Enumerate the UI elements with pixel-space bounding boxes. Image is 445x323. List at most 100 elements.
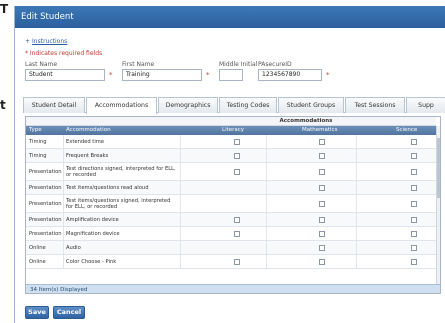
last-name-input[interactable]: Student xyxy=(25,69,105,81)
literacy-checkbox[interactable] xyxy=(234,217,240,223)
cell-type: Presentation xyxy=(29,201,62,207)
column-divider xyxy=(356,135,357,149)
column-divider xyxy=(266,241,267,255)
table-row: Online Audio xyxy=(26,241,436,255)
literacy-checkbox[interactable] xyxy=(234,153,240,159)
instructions-toggle[interactable]: + Instructions xyxy=(25,38,67,45)
column-divider xyxy=(266,135,267,149)
mathematics-checkbox[interactable] xyxy=(319,169,325,175)
tab-student-detail[interactable]: Student Detail xyxy=(23,97,85,113)
middle-initial-label: Middle Initial xyxy=(219,61,258,68)
table-row: Presentation Amplification device xyxy=(26,213,436,227)
cell-type: Presentation xyxy=(29,169,62,175)
tab-accommodations[interactable]: Accommodations xyxy=(86,97,157,114)
scrollbar-thumb[interactable] xyxy=(437,138,440,198)
tab-demographics[interactable]: Demographics xyxy=(158,97,218,113)
column-header-accommodation[interactable]: Accommodation xyxy=(66,126,111,135)
items-displayed-count: 34 Item(s) Displayed xyxy=(30,287,88,293)
mathematics-checkbox[interactable] xyxy=(319,185,325,191)
tab-supp[interactable]: Supp xyxy=(406,97,445,113)
column-divider xyxy=(180,241,181,255)
column-header-literacy[interactable]: Literacy xyxy=(222,126,244,135)
cell-accommodation: Test items/questions signed, interpreted… xyxy=(66,198,171,210)
science-checkbox[interactable] xyxy=(411,245,417,251)
column-divider xyxy=(356,181,357,195)
column-divider xyxy=(63,149,64,163)
column-divider xyxy=(356,213,357,227)
tab-test-sessions[interactable]: Test Sessions xyxy=(345,97,405,113)
table-row: Presentation Test directions signed, inte… xyxy=(26,163,436,181)
column-divider xyxy=(266,195,267,213)
grid-vertical-scrollbar[interactable] xyxy=(436,126,440,285)
cell-accommodation: Test directions signed, interpreted for … xyxy=(66,166,176,178)
science-checkbox[interactable] xyxy=(411,201,417,207)
required-marker: * xyxy=(109,71,113,79)
literacy-checkbox[interactable] xyxy=(234,231,240,237)
column-header-science[interactable]: Science xyxy=(396,126,417,135)
cell-accommodation: Amplification device xyxy=(66,217,119,223)
column-divider xyxy=(63,195,64,213)
cancel-button[interactable]: Cancel xyxy=(53,306,85,319)
last-name-label: Last Name xyxy=(25,61,58,68)
grid-group-header: Accommodations xyxy=(26,117,436,126)
column-divider xyxy=(180,149,181,163)
background-text-fragment: T xyxy=(0,2,9,16)
column-divider xyxy=(266,163,267,181)
column-divider xyxy=(180,255,181,269)
science-checkbox[interactable] xyxy=(411,139,417,145)
cell-type: Online xyxy=(29,259,46,265)
science-checkbox[interactable] xyxy=(411,185,417,191)
mathematics-checkbox[interactable] xyxy=(319,259,325,265)
science-checkbox[interactable] xyxy=(411,231,417,237)
cell-accommodation: Magnification device xyxy=(66,231,120,237)
instructions-link[interactable]: Instructions xyxy=(32,38,67,45)
column-divider xyxy=(356,149,357,163)
mathematics-checkbox[interactable] xyxy=(319,245,325,251)
save-button[interactable]: Save xyxy=(25,306,49,319)
science-checkbox[interactable] xyxy=(411,153,417,159)
literacy-checkbox[interactable] xyxy=(234,259,240,265)
cell-type: Timing xyxy=(29,139,47,145)
mathematics-checkbox[interactable] xyxy=(319,139,325,145)
grid-footer: 34 Item(s) Displayed xyxy=(26,284,440,293)
column-divider xyxy=(180,195,181,213)
column-divider xyxy=(180,163,181,181)
first-name-label: First Name xyxy=(122,61,155,68)
table-row: Timing Frequent Breaks xyxy=(26,149,436,163)
science-checkbox[interactable] xyxy=(411,169,417,175)
cell-accommodation: Frequent Breaks xyxy=(66,153,109,159)
tab-testing-codes[interactable]: Testing Codes xyxy=(219,97,277,113)
cell-type: Timing xyxy=(29,153,47,159)
column-divider xyxy=(63,135,64,149)
cell-accommodation: Extended time xyxy=(66,139,105,145)
column-divider xyxy=(180,227,181,241)
column-divider xyxy=(180,135,181,149)
mathematics-checkbox[interactable] xyxy=(319,201,325,207)
column-divider xyxy=(356,227,357,241)
column-divider xyxy=(63,241,64,255)
column-divider xyxy=(356,195,357,213)
mathematics-checkbox[interactable] xyxy=(319,153,325,159)
table-row: Presentation Magnification device xyxy=(26,227,436,241)
science-checkbox[interactable] xyxy=(411,259,417,265)
science-checkbox[interactable] xyxy=(411,217,417,223)
cell-accommodation: Audio xyxy=(66,245,81,251)
column-divider xyxy=(63,255,64,269)
column-header-mathematics[interactable]: Mathematics xyxy=(302,126,337,135)
tab-student-groups[interactable]: Student Groups xyxy=(278,97,344,113)
column-divider xyxy=(180,181,181,195)
mathematics-checkbox[interactable] xyxy=(319,231,325,237)
literacy-checkbox[interactable] xyxy=(234,169,240,175)
first-name-input[interactable]: Training xyxy=(122,69,202,81)
pasecure-id-label: PAsecureID xyxy=(258,61,292,68)
mathematics-checkbox[interactable] xyxy=(319,217,325,223)
table-row: Online Color Choose - Pink xyxy=(26,255,436,269)
edit-student-dialog: Edit Student + Instructions * Indicates r… xyxy=(14,6,445,323)
pasecure-id-input[interactable]: 1234567890 xyxy=(258,69,322,81)
dialog-title: Edit Student xyxy=(15,6,445,28)
table-row: Timing Extended time xyxy=(26,135,436,149)
literacy-checkbox[interactable] xyxy=(234,139,240,145)
column-divider xyxy=(63,213,64,227)
middle-initial-input[interactable] xyxy=(219,69,243,81)
column-header-type[interactable]: Type xyxy=(29,126,42,135)
